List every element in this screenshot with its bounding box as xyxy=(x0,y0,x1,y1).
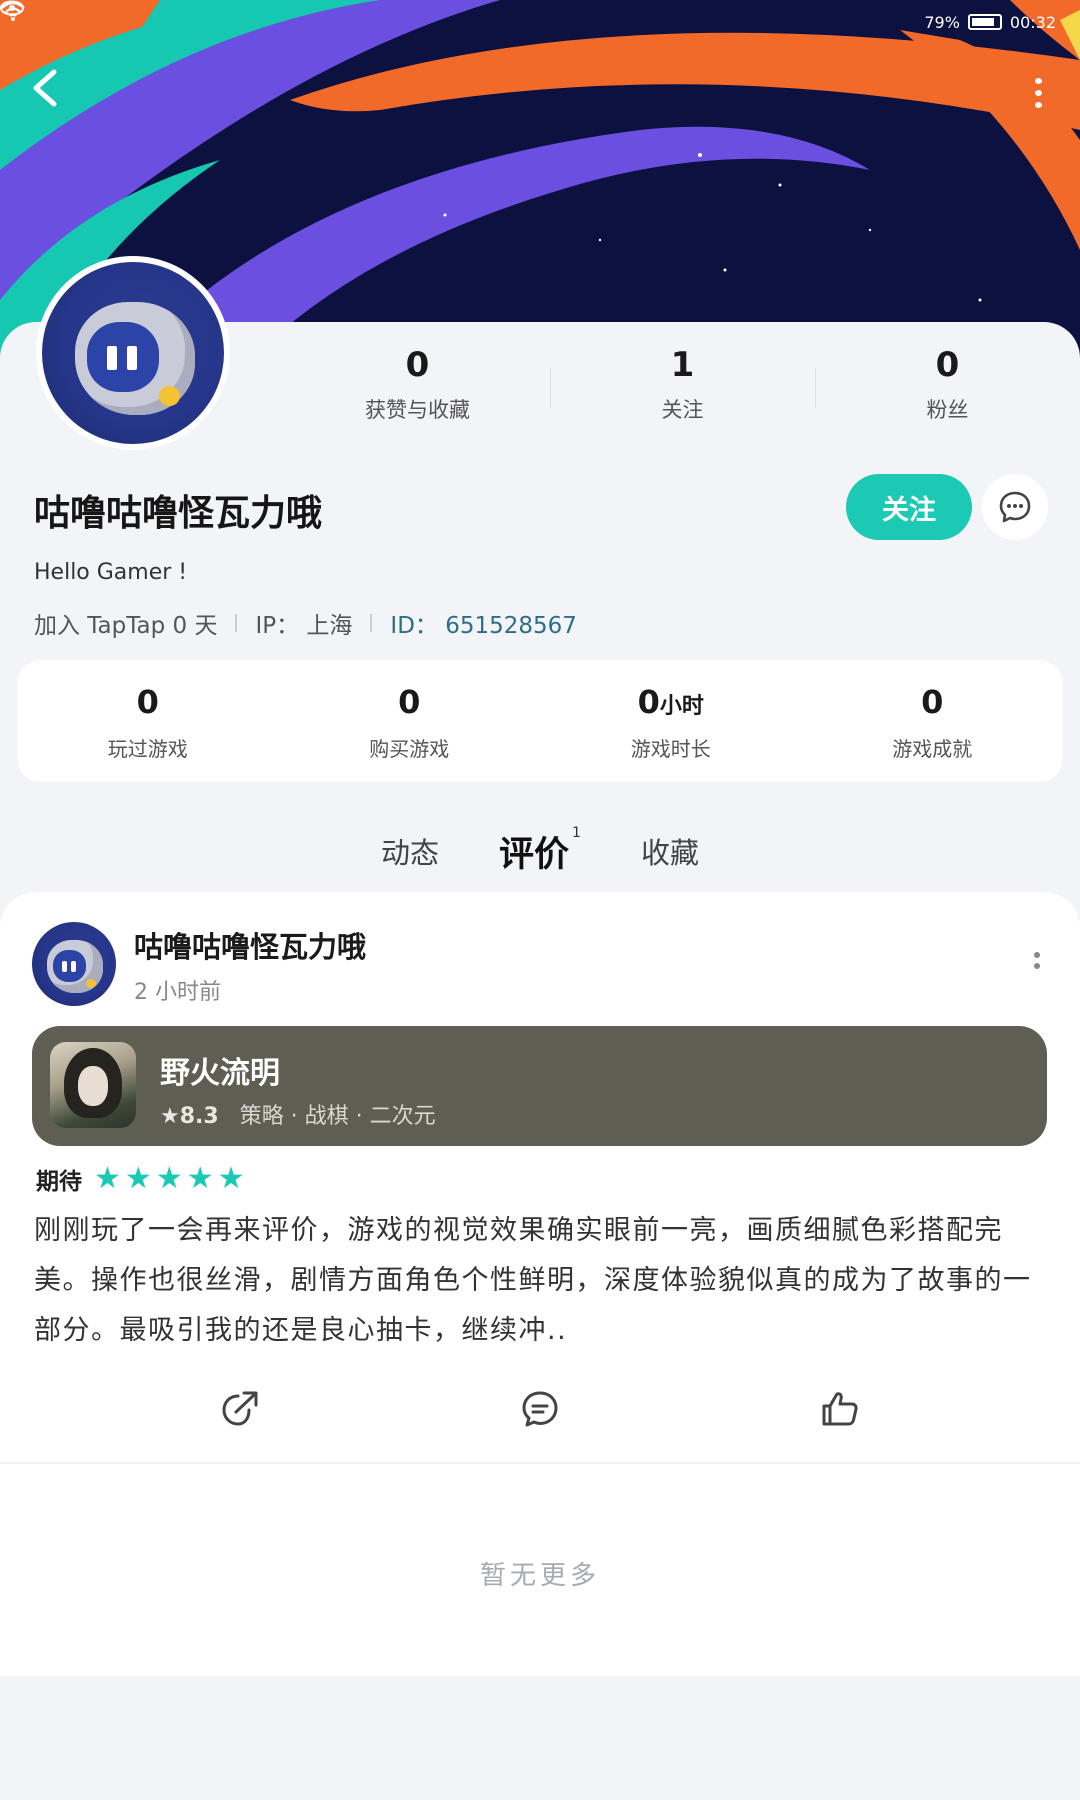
follow-button[interactable]: 关注 xyxy=(846,474,972,540)
star-icon: ★ xyxy=(217,1161,245,1196)
stat-label: 粉丝 xyxy=(926,398,969,422)
stat-value: 1 xyxy=(670,345,695,385)
profile-meta: 加入 TapTap 0 天 IP： 上海 ID： 651528567 xyxy=(34,606,577,640)
more-dot xyxy=(1034,78,1042,84)
review-timestamp: 2 小时前 xyxy=(134,980,221,1005)
game-stat-value: 0 xyxy=(136,683,159,721)
thumbs-up-icon xyxy=(822,1392,858,1426)
reviewed-game-chip[interactable]: 野火流明 ★8.3 策略 · 战棋 · 二次元 xyxy=(32,1026,1047,1146)
battery-icon xyxy=(967,14,1002,30)
stat-value: 0 xyxy=(405,345,430,385)
robot-avatar-icon xyxy=(32,922,116,1006)
game-stat-purchased[interactable]: 0 购买游戏 xyxy=(279,680,541,762)
stat-label: 获赞与收藏 xyxy=(365,398,470,422)
more-options-button[interactable] xyxy=(1030,78,1046,108)
username: 咕噜咕噜怪瓦力哦 xyxy=(34,493,323,534)
battery-percent: 79% xyxy=(924,12,960,32)
star-icon: ★ xyxy=(94,1161,121,1196)
joined-days: 加入 TapTap 0 天 xyxy=(34,613,218,639)
star-icon: ★ xyxy=(186,1161,214,1196)
chevron-left-icon xyxy=(33,69,57,107)
stat-following[interactable]: 1 关注 xyxy=(550,340,815,440)
more-dot xyxy=(1034,90,1042,96)
tab-label: 动态 xyxy=(381,836,440,870)
profile-stats: 0 获赞与收藏 1 关注 0 粉丝 xyxy=(285,340,1080,440)
review-more-button[interactable] xyxy=(1032,952,1042,978)
user-id[interactable]: ID： 651528567 xyxy=(390,606,577,640)
stat-label: 关注 xyxy=(661,398,704,422)
review-rating: 期待 ★ ★ ★ ★ ★ xyxy=(36,1162,245,1196)
divider xyxy=(235,614,238,632)
more-dot xyxy=(1034,102,1042,108)
bio: Hello Gamer ! xyxy=(34,560,188,585)
game-stat-label: 游戏成就 xyxy=(892,737,973,761)
game-score: ★8.3 xyxy=(160,1104,219,1129)
game-stats-card: 0 玩过游戏 0 购买游戏 0小时 游戏时长 0 游戏成就 xyxy=(17,660,1063,782)
star-icon: ★ xyxy=(124,1161,152,1196)
comment-button[interactable] xyxy=(518,1387,562,1431)
tab-badge: 1 xyxy=(572,824,581,841)
rating-label: 期待 xyxy=(36,1169,82,1195)
more-dot xyxy=(1034,952,1040,958)
content-tabs: 动态 评价1 收藏 xyxy=(0,816,1080,886)
tab-label: 收藏 xyxy=(640,836,699,870)
message-button[interactable] xyxy=(982,474,1048,540)
stat-likes[interactable]: 0 获赞与收藏 xyxy=(285,340,550,440)
game-stat-label: 玩过游戏 xyxy=(107,737,188,761)
game-stat-playtime[interactable]: 0小时 游戏时长 xyxy=(540,680,802,762)
divider xyxy=(370,614,373,632)
review-card[interactable]: 咕噜咕噜怪瓦力哦 2 小时前 野火流明 ★8.3 策略 · 战棋 · 二次元 期… xyxy=(0,892,1080,1462)
status-right: 79% 00:32 xyxy=(0,0,1056,32)
more-dot xyxy=(1034,963,1040,969)
review-actions xyxy=(0,1374,1080,1444)
game-stat-achievements[interactable]: 0 游戏成就 xyxy=(802,680,1064,762)
status-bar: 79% 00:32 xyxy=(0,0,1080,44)
stat-followers[interactable]: 0 粉丝 xyxy=(815,340,1080,440)
review-text[interactable]: 刚刚玩了一会再来评价，游戏的视觉效果确实眼前一亮，画质细腻色彩搭配完美。操作也很… xyxy=(34,1206,1049,1356)
back-button[interactable] xyxy=(30,68,74,112)
game-tags: 策略 · 战棋 · 二次元 xyxy=(239,1104,436,1129)
robot-avatar-icon xyxy=(42,262,224,444)
game-stat-label: 购买游戏 xyxy=(369,737,450,761)
game-meta: ★8.3 策略 · 战棋 · 二次元 xyxy=(160,1098,436,1130)
game-stat-unit: 小时 xyxy=(659,694,704,719)
game-stat-value: 0 xyxy=(637,683,660,721)
game-stat-label: 游戏时长 xyxy=(630,737,711,761)
game-cover xyxy=(50,1042,136,1128)
share-icon xyxy=(222,1391,258,1426)
game-stat-value: 0 xyxy=(921,683,944,721)
game-stat-played[interactable]: 0 玩过游戏 xyxy=(17,680,279,762)
share-button[interactable] xyxy=(218,1387,262,1431)
star-icon: ★ xyxy=(155,1161,183,1196)
tab-reviews[interactable]: 评价1 xyxy=(469,824,611,879)
star-rating: ★ ★ ★ ★ ★ xyxy=(94,1164,245,1194)
chat-bubble-icon xyxy=(999,491,1031,523)
avatar[interactable] xyxy=(36,256,230,450)
stat-value: 0 xyxy=(935,345,960,385)
like-button[interactable] xyxy=(818,1387,862,1431)
tab-label: 评价 xyxy=(499,834,570,875)
comment-icon xyxy=(522,1391,558,1427)
review-username[interactable]: 咕噜咕噜怪瓦力哦 xyxy=(134,924,366,966)
no-more-text: 暂无更多 xyxy=(479,1561,600,1591)
review-avatar[interactable] xyxy=(32,922,116,1006)
tab-favorites[interactable]: 收藏 xyxy=(611,830,729,872)
status-time: 00:32 xyxy=(1009,12,1056,32)
game-title: 野火流明 xyxy=(160,1056,280,1091)
tab-activity[interactable]: 动态 xyxy=(351,830,469,872)
ip-location: IP： 上海 xyxy=(255,613,353,639)
game-stat-value: 0 xyxy=(398,683,421,721)
